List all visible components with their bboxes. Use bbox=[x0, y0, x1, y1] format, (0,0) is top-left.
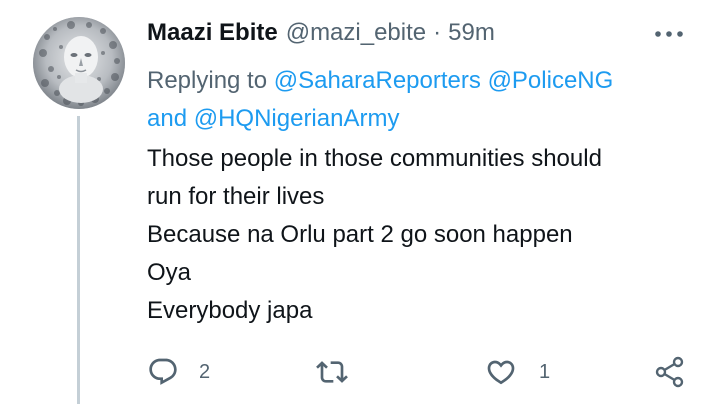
mention-conjunction: and bbox=[147, 105, 188, 132]
tweet-header: Maazi Ebite @mazi_ebite · 59m bbox=[147, 15, 495, 51]
tweet-text-line: Oya bbox=[147, 259, 192, 286]
heart-icon bbox=[487, 360, 515, 385]
retweet-arrows-icon bbox=[316, 361, 348, 383]
tweet-text-line: Those people in those communities should bbox=[147, 145, 602, 172]
mention-link[interactable]: @HQNigerianArmy bbox=[194, 105, 400, 132]
more-options-button[interactable] bbox=[652, 21, 686, 47]
mention-link[interactable]: @PoliceNG bbox=[488, 67, 614, 94]
speech-bubble-icon bbox=[149, 358, 177, 385]
reply-button[interactable]: 2 bbox=[147, 352, 210, 392]
replying-prefix: Replying to bbox=[147, 67, 268, 94]
like-button[interactable]: 1 bbox=[485, 352, 550, 392]
more-dots-icon bbox=[655, 31, 683, 37]
reply-count: 2 bbox=[199, 360, 211, 383]
like-count: 1 bbox=[539, 360, 551, 383]
tweet[interactable]: Maazi Ebite @mazi_ebite · 59m Replying t… bbox=[0, 0, 720, 404]
thread-line bbox=[77, 116, 80, 404]
retweet-button[interactable] bbox=[315, 352, 363, 392]
tweet-text-line: Everybody japa bbox=[147, 297, 313, 324]
share-button[interactable] bbox=[654, 352, 686, 392]
mention-link[interactable]: @SaharaReporters bbox=[274, 67, 481, 94]
avatar[interactable] bbox=[33, 17, 125, 109]
user-handle[interactable]: @mazi_ebite bbox=[286, 19, 426, 47]
replying-to: Replying to @SaharaReporters @PoliceNG a… bbox=[147, 62, 692, 138]
separator-dot: · bbox=[433, 19, 442, 46]
tweet-text-line: Because na Orlu part 2 go soon happen bbox=[147, 221, 573, 248]
tweet-text-line: run for their lives bbox=[147, 183, 325, 210]
display-name[interactable]: Maazi Ebite bbox=[147, 19, 278, 47]
timestamp[interactable]: 59m bbox=[448, 19, 495, 47]
share-icon bbox=[655, 356, 684, 388]
tweet-text: Those people in those communities should… bbox=[147, 140, 697, 330]
